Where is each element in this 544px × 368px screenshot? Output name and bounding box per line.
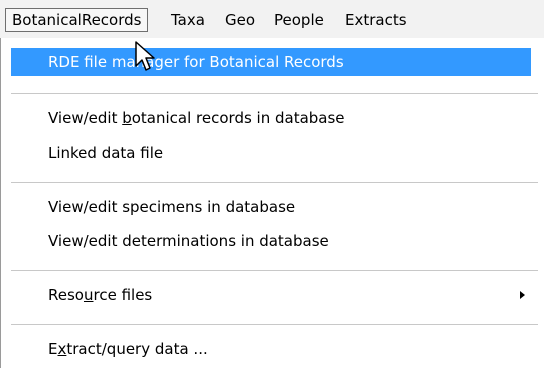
menu-separator — [11, 324, 538, 325]
menu-separator — [11, 270, 538, 271]
menu-bar: BotanicalRecords Taxa Geo People Extract… — [0, 0, 544, 39]
menu-extracts[interactable]: Extracts — [339, 8, 413, 32]
botanicalrecords-dropdown: RDE file manager for Botanical Records V… — [0, 38, 544, 368]
menu-item-label: Linked data file — [48, 144, 164, 162]
triangle-right-icon — [520, 291, 525, 299]
menu-item-linked-data-file[interactable]: Linked data file — [11, 139, 531, 167]
menu-item-label: View/edit specimens in database — [48, 198, 296, 216]
arrow-pointer-icon — [135, 41, 155, 71]
menu-item-label: RDE file manager for Botanical Records — [48, 53, 344, 71]
menu-item-extract-query[interactable]: Extract/query data ... — [11, 335, 531, 363]
menu-taxa[interactable]: Taxa — [165, 8, 211, 32]
menu-separator — [11, 93, 538, 94]
menu-item-label: Resource files — [48, 286, 153, 304]
menu-item-resource-files[interactable]: Resource files — [11, 281, 531, 309]
menu-item-view-specimens[interactable]: View/edit specimens in database — [11, 193, 531, 221]
menu-item-label: View/edit botanical records in database — [48, 109, 345, 127]
menu-item-rde-file-manager[interactable]: RDE file manager for Botanical Records — [11, 48, 531, 76]
menu-item-view-determinations[interactable]: View/edit determinations in database — [11, 227, 531, 255]
menu-item-label: View/edit determinations in database — [48, 232, 329, 250]
menu-geo[interactable]: Geo — [219, 8, 261, 32]
menu-separator — [11, 182, 538, 183]
menu-item-view-botanical-records[interactable]: View/edit botanical records in database — [11, 104, 531, 132]
menu-botanicalrecords[interactable]: BotanicalRecords — [5, 8, 149, 32]
menu-item-label: Extract/query data ... — [48, 340, 208, 358]
menu-people[interactable]: People — [268, 8, 330, 32]
